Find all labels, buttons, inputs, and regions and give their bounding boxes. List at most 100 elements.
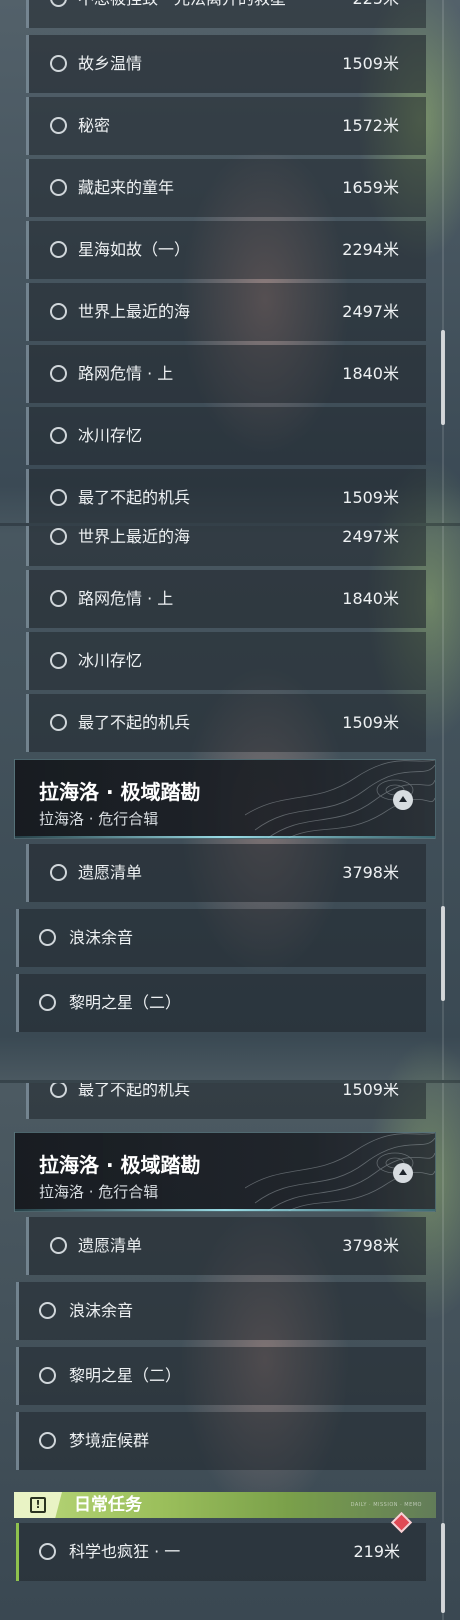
quest-distance: 2497米 — [342, 302, 399, 321]
scroll-thumb[interactable] — [441, 330, 445, 425]
chevron-up-icon[interactable] — [393, 790, 413, 810]
quest-name: 梦境症候群 — [69, 1431, 150, 1450]
chevron-up-icon[interactable] — [393, 1163, 413, 1183]
quest-name: 世界上最近的海 — [78, 527, 191, 546]
quest-row[interactable]: 世界上最近的海 2497米 — [26, 283, 426, 341]
quest-name: 最了不起的机兵 — [78, 488, 191, 507]
quest-row[interactable]: 最了不起的机兵 1509米 — [26, 1083, 426, 1119]
quest-name: 藏起来的童年 — [78, 178, 175, 197]
quest-name: 冰川存忆 — [78, 426, 143, 445]
quest-row[interactable]: 黎明之星（二） — [16, 974, 426, 1032]
empty-circle-icon — [50, 864, 67, 881]
quest-row[interactable]: 遗愿清单 3798米 — [26, 844, 426, 902]
quest-row[interactable]: 路网危情 · 上 1840米 — [26, 345, 426, 403]
quest-distance: 1840米 — [342, 589, 399, 608]
empty-circle-icon — [50, 1083, 67, 1098]
quest-name: 遗愿清单 — [78, 1236, 143, 1255]
quest-name: 黎明之星（二） — [69, 1366, 182, 1385]
daily-deco-text: DAILY · MISSION · MEMO — [350, 1502, 422, 1508]
quest-name: 科学也疯狂 · 一 — [69, 1542, 181, 1561]
daily-badge: ! — [14, 1492, 62, 1518]
quest-row[interactable]: 最了不起的机兵 1509米 — [26, 469, 426, 523]
quest-row[interactable]: 黎明之星（二） — [16, 1347, 426, 1405]
quest-distance: 1840米 — [342, 364, 399, 383]
empty-circle-icon — [50, 652, 67, 669]
quest-name: 星海如故（一） — [78, 240, 191, 259]
quest-name: 路网危情 · 上 — [78, 589, 174, 608]
empty-circle-icon — [50, 528, 67, 545]
quest-distance: 1509米 — [342, 488, 399, 507]
empty-circle-icon — [39, 1302, 56, 1319]
empty-circle-icon — [50, 590, 67, 607]
quest-name: 不想被捏致一光法离开的救星 — [78, 0, 286, 28]
quest-distance: 1509米 — [342, 1083, 399, 1099]
quest-name: 最了不起的机兵 — [78, 713, 191, 732]
empty-circle-icon — [50, 0, 67, 7]
quest-distance: 225米 — [352, 0, 399, 28]
quest-row[interactable]: 不想被捏致一光法离开的救星 225米 — [26, 0, 426, 28]
quest-name: 最了不起的机兵 — [78, 1083, 191, 1099]
scrollbar[interactable] — [441, 1083, 445, 1620]
quest-row[interactable]: 世界上最近的海 2497米 — [26, 526, 426, 566]
empty-circle-icon — [39, 1432, 56, 1449]
quest-distance: 2294米 — [342, 240, 399, 259]
empty-circle-icon — [50, 241, 67, 258]
empty-circle-icon — [50, 303, 67, 320]
quest-list-panel-2: 世界上最近的海 2497米 路网危情 · 上 1840米 冰川存忆 最了不起的机… — [0, 526, 460, 1080]
quest-list-panel-1: 不想被捏致一光法离开的救星 225米 故乡温情 1509米 秘密 1572米 藏… — [0, 0, 460, 523]
empty-circle-icon — [50, 489, 67, 506]
empty-circle-icon — [39, 1367, 56, 1384]
scroll-thumb[interactable] — [441, 906, 445, 1001]
quest-distance: 2497米 — [342, 527, 399, 546]
daily-quest-row[interactable]: 科学也疯狂 · 一 219米 — [16, 1511, 426, 1581]
empty-circle-icon — [50, 117, 67, 134]
group-title: 拉海洛 · 极域踏勘 — [39, 780, 201, 804]
panel-divider — [0, 523, 460, 526]
scroll-thumb[interactable] — [441, 1523, 445, 1613]
quest-distance: 1509米 — [342, 54, 399, 73]
quest-row[interactable]: 最了不起的机兵 1509米 — [26, 694, 426, 752]
empty-circle-icon — [39, 929, 56, 946]
scrollbar[interactable] — [441, 0, 445, 523]
quest-row[interactable]: 故乡温情 1509米 — [26, 35, 426, 93]
empty-circle-icon — [50, 365, 67, 382]
quest-row[interactable]: 梦境症候群 — [16, 1412, 426, 1470]
quest-row[interactable]: 浪沫余音 — [16, 909, 426, 967]
daily-quest-header[interactable]: ! 日常任务 DAILY · MISSION · MEMO — [14, 1492, 436, 1518]
quest-distance: 1659米 — [342, 178, 399, 197]
quest-name: 世界上最近的海 — [78, 302, 191, 321]
quest-name: 浪沫余音 — [69, 1301, 134, 1320]
quest-row[interactable]: 浪沫余音 — [16, 1282, 426, 1340]
group-subtitle: 拉海洛 · 危行合辑 — [39, 810, 159, 828]
quest-group-header[interactable]: 拉海洛 · 极域踏勘 拉海洛 · 危行合辑 — [14, 1132, 436, 1212]
quest-row[interactable]: 冰川存忆 — [26, 407, 426, 465]
exclamation-icon: ! — [30, 1497, 46, 1513]
group-title: 拉海洛 · 极域踏勘 — [39, 1153, 201, 1177]
quest-row[interactable]: 星海如故（一） 2294米 — [26, 221, 426, 279]
quest-row[interactable]: 藏起来的童年 1659米 — [26, 159, 426, 217]
empty-circle-icon — [50, 179, 67, 196]
quest-distance: 1509米 — [342, 713, 399, 732]
daily-section-label: 日常任务 — [74, 1495, 142, 1515]
quest-row[interactable]: 秘密 1572米 — [26, 97, 426, 155]
panel-divider — [0, 1080, 460, 1083]
quest-row[interactable]: 路网危情 · 上 1840米 — [26, 570, 426, 628]
quest-group-header[interactable]: 拉海洛 · 极域踏勘 拉海洛 · 危行合辑 — [14, 759, 436, 839]
empty-circle-icon — [50, 1237, 67, 1254]
scrollbar[interactable] — [441, 526, 445, 1080]
group-subtitle: 拉海洛 · 危行合辑 — [39, 1183, 159, 1201]
empty-circle-icon — [39, 1543, 56, 1560]
empty-circle-icon — [50, 55, 67, 72]
quest-name: 故乡温情 — [78, 54, 143, 73]
quest-name: 黎明之星（二） — [69, 993, 182, 1012]
quest-row[interactable]: 遗愿清单 3798米 — [26, 1217, 426, 1275]
quest-row[interactable]: 冰川存忆 — [26, 632, 426, 690]
quest-distance: 219米 — [353, 1542, 400, 1561]
quest-name: 秘密 — [78, 116, 111, 135]
empty-circle-icon — [50, 714, 67, 731]
quest-distance: 3798米 — [342, 863, 399, 882]
empty-circle-icon — [39, 994, 56, 1011]
quest-list-panel-3: 最了不起的机兵 1509米 拉海洛 · 极域踏勘 拉海洛 · 危行合辑 遗愿清单… — [0, 1083, 460, 1620]
quest-name: 路网危情 · 上 — [78, 364, 174, 383]
empty-circle-icon — [50, 427, 67, 444]
